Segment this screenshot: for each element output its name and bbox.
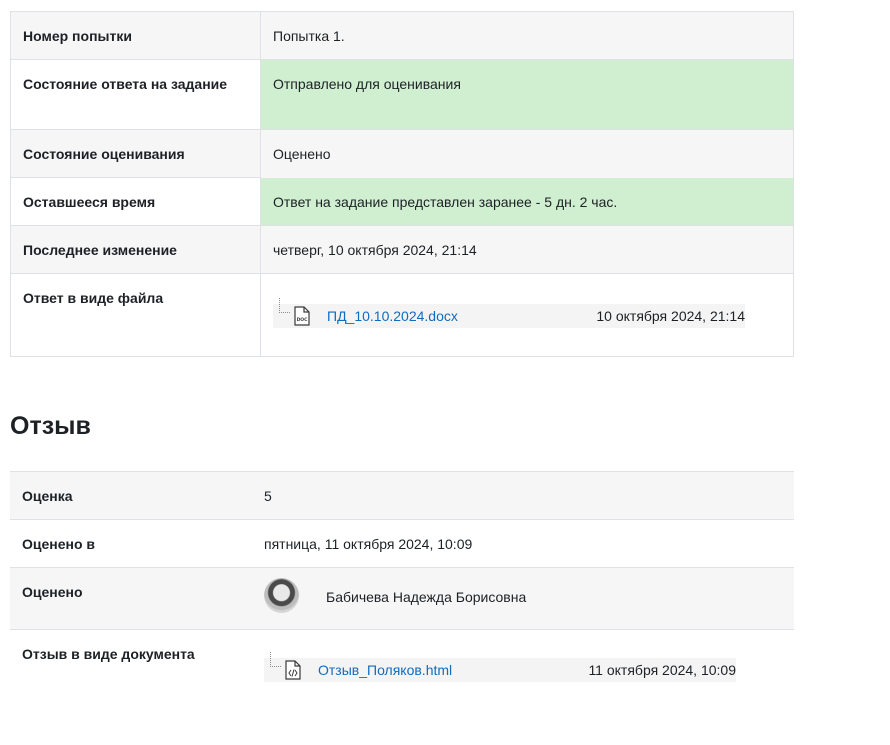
submission-status-value: Отправлено для оценивания xyxy=(260,59,794,130)
feedback-file-date: 11 октября 2024, 10:09 xyxy=(588,662,736,678)
file-entry: Отзыв_Поляков.html 11 октября 2024, 10:0… xyxy=(264,652,736,682)
feedback-document-label: Отзыв в виде документа xyxy=(10,629,252,735)
grader-avatar[interactable] xyxy=(264,578,299,613)
table-row: Ответ в виде файла DOC ПД_10.10.2024.doc… xyxy=(10,273,794,357)
grade-label: Оценка xyxy=(10,471,252,520)
last-modified-value: четверг, 10 октября 2024, 21:14 xyxy=(260,225,794,274)
submission-file-link[interactable]: ПД_10.10.2024.docx xyxy=(327,305,458,327)
table-row: Оценено в пятница, 11 октября 2024, 10:0… xyxy=(10,519,794,568)
table-row: Состояние ответа на задание Отправлено д… xyxy=(10,59,794,130)
html-file-icon xyxy=(284,660,302,680)
grader: Бабичева Надежда Борисовна xyxy=(264,578,782,617)
table-row: Последнее изменение четверг, 10 октября … xyxy=(10,225,794,274)
tree-connector xyxy=(279,298,290,313)
svg-text:DOC: DOC xyxy=(297,317,309,323)
table-row: Оценка 5 xyxy=(10,471,794,520)
feedback-heading: Отзыв xyxy=(10,412,91,440)
time-remaining-value: Ответ на задание представлен заранее - 5… xyxy=(260,177,794,226)
file-submission-value: DOC ПД_10.10.2024.docx 10 октября 2024, … xyxy=(260,273,794,357)
submission-file-date: 10 октября 2024, 21:14 xyxy=(596,308,745,324)
file-entry: DOC ПД_10.10.2024.docx 10 октября 2024, … xyxy=(273,298,745,328)
tree-connector xyxy=(270,652,281,667)
table-row: Номер попытки Попытка 1. xyxy=(10,11,794,60)
table-row: Состояние оценивания Оценено xyxy=(10,129,794,178)
feedback-table: Оценка 5 Оценено в пятница, 11 октября 2… xyxy=(10,471,794,735)
graded-on-value: пятница, 11 октября 2024, 10:09 xyxy=(252,519,794,568)
submission-status-table: Номер попытки Попытка 1. Состояние ответ… xyxy=(10,11,794,357)
grader-name: Бабичева Надежда Борисовна xyxy=(326,589,527,605)
file-submission-label: Ответ в виде файла xyxy=(10,273,261,357)
last-modified-label: Последнее изменение xyxy=(10,225,261,274)
feedback-file-link[interactable]: Отзыв_Поляков.html xyxy=(318,659,452,681)
time-remaining-label: Оставшееся время xyxy=(10,177,261,226)
docx-file-icon: DOC xyxy=(293,306,311,326)
table-row: Оценено Бабичева Надежда Борисовна xyxy=(10,567,794,630)
grading-status-value: Оценено xyxy=(260,129,794,178)
grade-value: 5 xyxy=(252,471,794,520)
attempt-number-label: Номер попытки xyxy=(10,11,261,60)
grading-status-label: Состояние оценивания xyxy=(10,129,261,178)
table-row: Отзыв в виде документа Отзыв_Поляков.htm… xyxy=(10,629,794,735)
graded-by-label: Оценено xyxy=(10,567,252,630)
graded-on-label: Оценено в xyxy=(10,519,252,568)
table-row: Оставшееся время Ответ на задание предст… xyxy=(10,177,794,226)
attempt-number-value: Попытка 1. xyxy=(260,11,794,60)
graded-by-value: Бабичева Надежда Борисовна xyxy=(252,567,794,630)
feedback-document-value: Отзыв_Поляков.html 11 октября 2024, 10:0… xyxy=(252,629,794,735)
submission-status-label: Состояние ответа на задание xyxy=(10,59,261,130)
